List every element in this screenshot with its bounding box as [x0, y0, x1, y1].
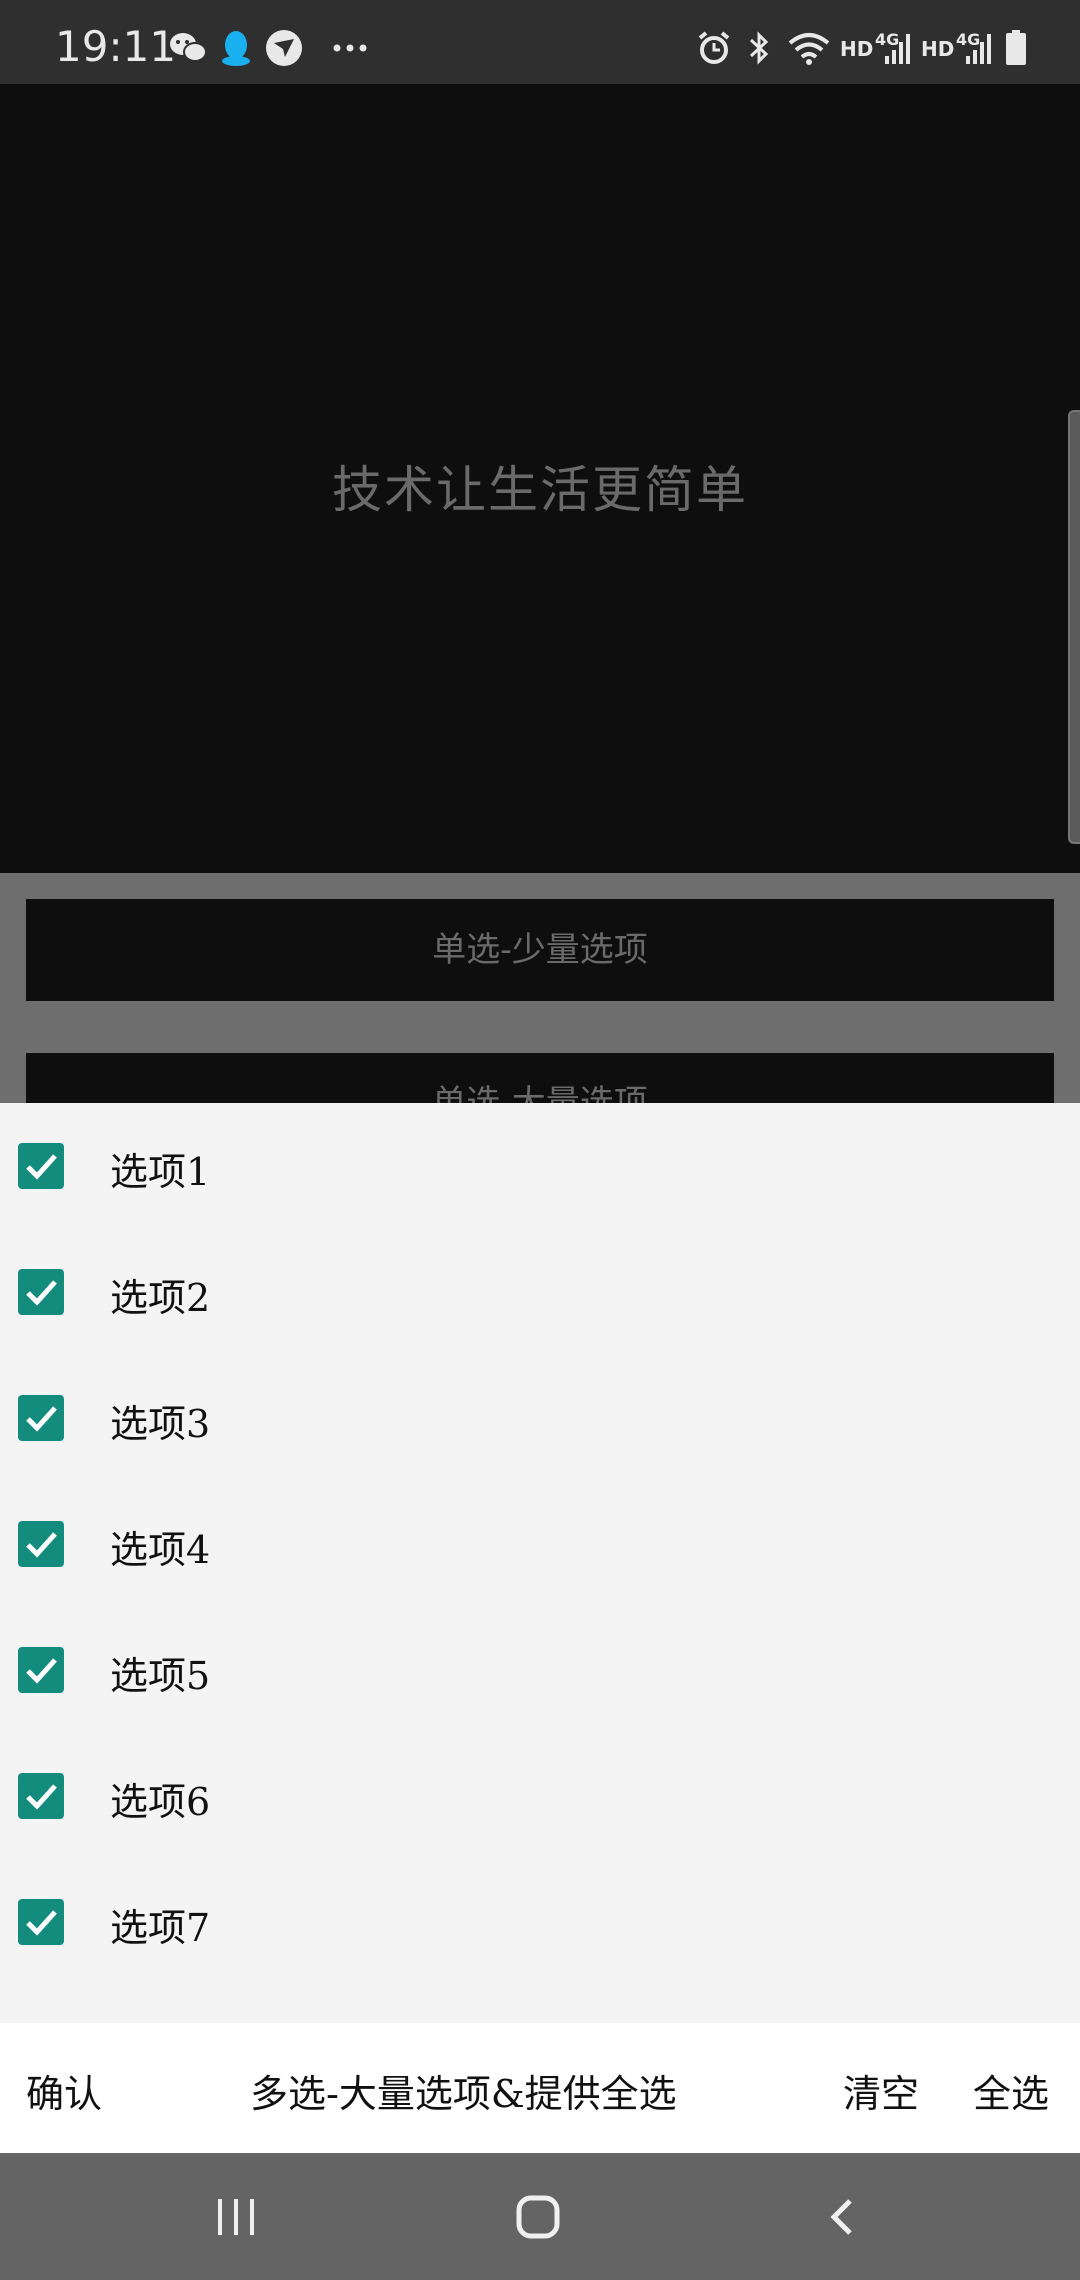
- option-row[interactable]: 选项2: [0, 1229, 1080, 1355]
- home-icon[interactable]: [514, 2193, 562, 2241]
- sheet-title: 多选-大量选项&提供全选: [250, 2072, 677, 2116]
- signal-icon: [884, 28, 914, 68]
- wechat-icon: [166, 28, 210, 68]
- option-row[interactable]: 选项6: [0, 1733, 1080, 1859]
- checkbox-checked[interactable]: [18, 1269, 64, 1315]
- hd-label: HD: [921, 37, 955, 61]
- checkbox-checked[interactable]: [18, 1143, 64, 1189]
- option-row[interactable]: 选项7: [0, 1859, 1080, 1985]
- status-time: 19:11: [55, 22, 177, 71]
- single-select-few-button[interactable]: 单选-少量选项: [26, 899, 1054, 1001]
- multi-select-sheet: 选项1 选项2 选项3 选项4 选项5 选项6 选项7: [0, 1103, 1080, 2023]
- single-select-many-button[interactable]: 单选-大量选项: [26, 1053, 1054, 1103]
- qq-icon: [218, 28, 254, 68]
- option-row[interactable]: 选项5: [0, 1607, 1080, 1733]
- sheet-action-bar: 确认 多选-大量选项&提供全选 清空 全选: [0, 2023, 1080, 2153]
- wifi-icon: [786, 28, 832, 68]
- option-label: 选项1: [110, 1150, 211, 1194]
- option-row[interactable]: 选项3: [0, 1355, 1080, 1481]
- alarm-icon: [694, 28, 734, 68]
- recent-apps-icon[interactable]: [214, 2195, 258, 2239]
- hero-text: 技术让生活更简单: [332, 461, 748, 519]
- hd-label: HD: [840, 37, 874, 61]
- option-label: 选项5: [110, 1654, 211, 1698]
- option-label: 选项2: [110, 1276, 211, 1320]
- confirm-button[interactable]: 确认: [26, 2063, 102, 2118]
- signal-icon: [965, 28, 995, 68]
- status-bar: 19:11 HD 4G HD 4G: [0, 0, 1080, 84]
- option-label: 选项6: [110, 1780, 211, 1824]
- scroll-handle[interactable]: [1068, 410, 1080, 844]
- app-icon: [264, 28, 304, 68]
- battery-icon: [1002, 28, 1030, 68]
- checkbox-checked[interactable]: [18, 1521, 64, 1567]
- option-row[interactable]: 选项1: [0, 1103, 1080, 1229]
- option-label: 选项7: [110, 1906, 211, 1950]
- option-row[interactable]: 选项4: [0, 1481, 1080, 1607]
- select-all-button[interactable]: 全选: [973, 2063, 1049, 2118]
- clear-button[interactable]: 清空: [843, 2063, 919, 2118]
- back-icon[interactable]: [820, 2195, 864, 2239]
- navigation-bar: [0, 2153, 1080, 2280]
- more-icon: [330, 28, 370, 68]
- hero-banner: 技术让生活更简单: [0, 84, 1080, 873]
- checkbox-checked[interactable]: [18, 1773, 64, 1819]
- checkbox-checked[interactable]: [18, 1647, 64, 1693]
- option-label: 选项3: [110, 1402, 211, 1446]
- checkbox-checked[interactable]: [18, 1395, 64, 1441]
- bluetooth-icon: [742, 28, 776, 68]
- option-label: 选项4: [110, 1528, 211, 1572]
- checkbox-checked[interactable]: [18, 1899, 64, 1945]
